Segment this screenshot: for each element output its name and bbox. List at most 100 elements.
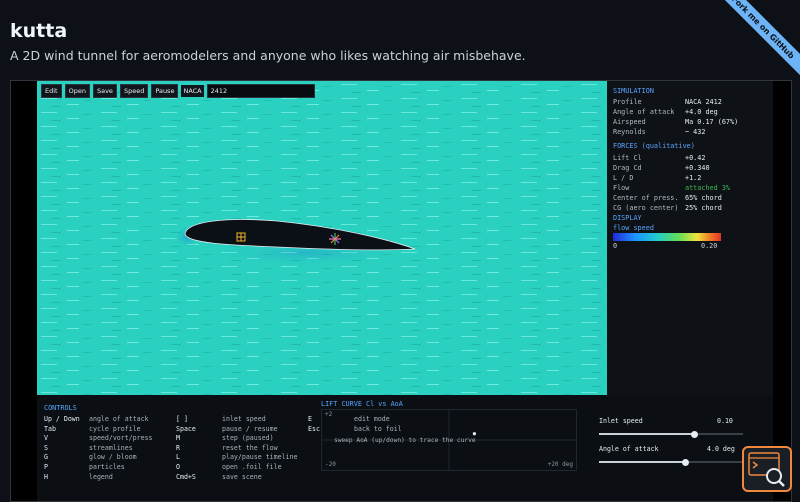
control-description: legend [89, 472, 113, 481]
force-key: L / D [613, 174, 634, 182]
sim-key: Profile [613, 98, 642, 106]
naca-label: NACA [181, 85, 204, 97]
colorbar-min: 0 [613, 242, 618, 250]
control-key: Cmd+S [176, 472, 196, 481]
app-frame: Edit Open Save Speed Pause NACA 2412 SIM… [10, 80, 792, 502]
open-button[interactable]: Open [64, 84, 90, 98]
inlet-speed-fill [599, 433, 695, 435]
sim-value: ~ 432 [685, 128, 706, 136]
force-value: 25% chord [685, 204, 722, 212]
lift-x-min: -20 [325, 461, 336, 468]
naca-input[interactable]: 2412 [206, 84, 315, 98]
flow-status-value: attached 3% [685, 184, 731, 192]
control-description: save scene [222, 472, 262, 481]
sim-row-airspeed: Airspeed Ma 0.17 (67%) [613, 118, 763, 127]
force-key: Drag Cd [613, 164, 642, 172]
pause-button[interactable]: Pause [151, 84, 179, 98]
edit-button[interactable]: Edit [41, 84, 62, 98]
fork-me-ribbon[interactable]: Fork me on GitHub [710, 0, 800, 90]
aoa-slider-thumb[interactable] [681, 458, 689, 466]
aoa-slider-fill [599, 461, 686, 463]
colorbar-max: 0.20 [701, 242, 718, 250]
control-key: G [44, 453, 48, 462]
control-key: L [176, 453, 180, 462]
control-key: Tab [44, 424, 56, 433]
flow-visualization [37, 81, 607, 395]
control-description: cycle profile [89, 424, 141, 433]
control-key: R [176, 443, 180, 452]
sim-key: Angle of attack [613, 108, 675, 116]
lift-curve-point [472, 432, 476, 436]
control-key: P [44, 463, 48, 471]
inlet-speed-slider-thumb[interactable] [690, 430, 698, 438]
github-ribbon-container: Fork me on GitHub [710, 0, 800, 90]
force-value: +1.2 [685, 174, 702, 182]
control-key: Esc [308, 424, 320, 433]
sim-value: Ma 0.17 (67%) [685, 118, 739, 126]
control-description: play/pause timeline [222, 453, 298, 462]
lift-curve-plot: +2 sweep AoA (up/down) to trace the curv… [321, 409, 577, 471]
control-key: Space [176, 424, 196, 433]
control-description: reset the flow [222, 443, 278, 452]
lift-hint: sweep AoA (up/down) to trace the curve [334, 437, 476, 444]
control-key: M [176, 434, 180, 443]
control-key: [ ] [176, 415, 188, 423]
colorbar-label: flow speed [613, 224, 654, 232]
sim-key: Airspeed [613, 118, 646, 126]
control-key: O [176, 463, 180, 471]
aoa-slider-value: 4.0 deg [707, 445, 735, 453]
terminal-search-glyph [748, 452, 785, 487]
lift-curve-title: LIFT CURVE Cl vs AoA [321, 400, 403, 408]
controls-heading: CONTROLS [44, 404, 77, 412]
control-key: H [44, 472, 48, 481]
force-key: CG (aero center) [613, 204, 679, 212]
sim-row-reynolds: Reynolds ~ 432 [613, 128, 763, 137]
toolbar: Edit Open Save Speed Pause NACA 2412 [41, 84, 315, 98]
control-key: V [44, 434, 48, 443]
sim-value: NACA 2412 [685, 98, 722, 106]
display-heading: DISPLAY [613, 214, 642, 222]
simulation-heading: SIMULATION [613, 87, 654, 95]
page-subtitle: A 2D wind tunnel for aeromodelers and an… [10, 48, 526, 63]
force-row-ld: L / D +1.2 [613, 174, 763, 183]
control-description: angle of attack [89, 415, 149, 423]
info-panel: SIMULATION Profile NACA 2412 Angle of att… [607, 81, 773, 395]
force-row-lift: Lift Cl +0.42 [613, 154, 763, 163]
control-description: open .foil file [222, 463, 282, 471]
control-description: step (paused) [222, 434, 274, 443]
flow-canvas[interactable]: Edit Open Save Speed Pause NACA 2412 [37, 81, 607, 395]
terminal-search-icon[interactable] [742, 446, 792, 492]
lift-y-top: +2 [325, 411, 333, 418]
forces-heading: FORCES (qualitative) [613, 142, 695, 150]
force-row-flow: Flow attached 3% [613, 184, 763, 193]
control-description: pause / resume [222, 424, 278, 433]
colorbar [613, 233, 721, 241]
force-row-drag: Drag Cd +0.340 [613, 164, 763, 173]
control-description: speed/vort/press [89, 434, 153, 443]
control-description: glow / bloom [89, 453, 137, 462]
control-description: streamlines [89, 443, 133, 452]
aoa-slider-label: Angle of attack [599, 445, 659, 453]
page-title: kutta [10, 20, 68, 42]
force-row-cg: CG (aero center) 25% chord [613, 204, 763, 213]
speed-button[interactable]: Speed [119, 84, 149, 98]
control-description: inlet speed [222, 415, 266, 423]
control-description: particles [89, 463, 125, 471]
force-key: Flow [613, 184, 630, 192]
sim-value: +4.0 deg [685, 108, 718, 116]
control-key: Up / Down [44, 415, 80, 423]
inlet-speed-value: 0.10 [717, 417, 733, 425]
sim-key: Reynolds [613, 128, 646, 136]
inlet-speed-label: Inlet speed [599, 417, 643, 425]
force-row-cp: Center of press. 65% chord [613, 194, 763, 203]
lift-x-max: +20 deg [547, 461, 573, 468]
sim-row-profile: Profile NACA 2412 [613, 98, 763, 107]
sim-row-aoa: Angle of attack +4.0 deg [613, 108, 763, 117]
save-button[interactable]: Save [92, 84, 117, 98]
force-value: 65% chord [685, 194, 722, 202]
force-key: Center of press. [613, 194, 679, 202]
control-key: S [44, 443, 48, 452]
force-value: +0.340 [685, 164, 710, 172]
force-value: +0.42 [685, 154, 706, 162]
bottom-panel: CONTROLS Up / Down angle of attack Tab cycl… [37, 395, 773, 501]
